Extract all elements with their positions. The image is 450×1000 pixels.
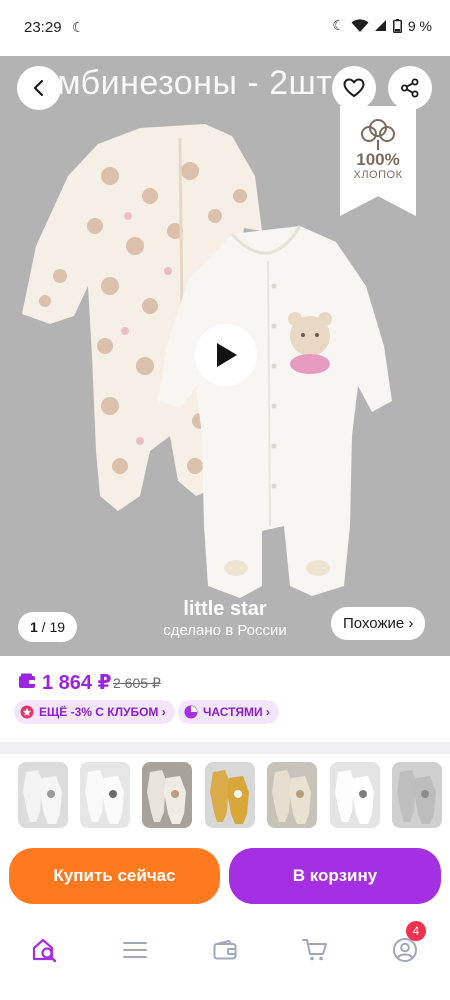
variant-thumbnail[interactable] (330, 762, 380, 828)
thumbnail-print (359, 790, 367, 798)
wifi-icon (351, 18, 369, 32)
thumbnail-image (147, 770, 186, 824)
thumbnail-print (109, 790, 117, 798)
back-button[interactable] (17, 66, 61, 110)
cart-icon (302, 939, 327, 961)
variant-thumbnail[interactable] (205, 762, 255, 828)
image-counter-current: 1 (30, 619, 38, 635)
favorite-button[interactable] (332, 66, 376, 110)
variant-thumbnail[interactable] (267, 762, 317, 828)
image-counter-separator: / (37, 619, 50, 635)
buy-now-label: Купить сейчас (53, 866, 176, 885)
add-to-cart-button[interactable]: В корзину (229, 848, 441, 904)
club-badge-icon (20, 705, 34, 719)
status-bar: 23:29 ☾ ☾ 9 % (0, 0, 450, 56)
thumbnail-garment (40, 776, 62, 824)
thumbnail-image (210, 770, 249, 824)
thumbnail-garment (102, 776, 124, 824)
price-current: 1 864 ₽ (42, 672, 112, 694)
thumbnail-print (421, 790, 429, 798)
share-icon (401, 78, 419, 98)
battery-level: 9 % (407, 17, 432, 34)
thumbnail-garment (85, 770, 104, 822)
do-not-disturb-icon: ☾ (72, 19, 85, 35)
product-gallery[interactable]: комбинезоны - 2шт 100% ХЛОПОК little sta… (0, 56, 450, 656)
thumbnail-garment (397, 770, 416, 822)
thumbnail-garment (414, 776, 436, 824)
home-search-icon (32, 938, 57, 963)
product-image-title: комбинезоны - 2шт (22, 64, 333, 102)
thumbnail-garment (227, 776, 249, 824)
wallet-nav-icon (213, 940, 237, 960)
thumbnail-garment (289, 776, 311, 824)
nav-wallet[interactable] (205, 930, 245, 970)
bottom-navigation: 4 (0, 920, 450, 1000)
cotton-icon (361, 119, 395, 150)
moon-icon: ☾ (332, 17, 345, 33)
signal-icon (374, 20, 386, 31)
similar-button[interactable]: Похожие › (331, 607, 426, 640)
play-icon (217, 343, 237, 367)
thumbnail-print (296, 790, 304, 798)
thumbnail-print (171, 790, 179, 798)
image-counter: 1 / 19 (18, 612, 78, 642)
cotton-percent: 100% (356, 150, 400, 169)
add-to-cart-label: В корзину (292, 866, 378, 885)
buy-now-button[interactable]: Купить сейчас (9, 848, 220, 904)
status-time: 23:29 (24, 19, 62, 36)
variant-thumbnail[interactable] (18, 762, 68, 828)
nav-cart[interactable] (295, 930, 335, 970)
status-icons: ☾ 9 % (332, 17, 432, 34)
cart-count-badge: 4 (406, 921, 426, 941)
thumbnail-image (397, 770, 436, 824)
thumbnail-image (85, 770, 124, 824)
variant-thumbnails (0, 762, 450, 832)
heart-icon (343, 78, 365, 97)
price-old: 2 605 ₽ (113, 675, 161, 691)
chevron-left-icon (33, 79, 44, 97)
variant-thumbnail[interactable] (80, 762, 130, 828)
thumbnail-garment (164, 776, 186, 824)
thumbnail-garment (335, 770, 354, 822)
thumbnail-print (234, 790, 242, 798)
thumbnail-garment (272, 770, 291, 822)
nav-catalog[interactable] (115, 930, 155, 970)
image-counter-total: 19 (49, 619, 66, 635)
purchase-bar: Купить сейчас В корзину (0, 840, 450, 920)
play-video-button[interactable] (195, 324, 257, 386)
installments-icon (184, 705, 198, 719)
variant-thumbnail[interactable] (392, 762, 442, 828)
section-divider (0, 742, 450, 754)
thumbnail-print (47, 790, 55, 798)
wallet-icon (19, 673, 35, 688)
nav-home[interactable] (25, 930, 65, 970)
similar-button-label: Похожие › (343, 615, 414, 632)
thumbnail-garment (352, 776, 374, 824)
price-section: 1 864 ₽ 2 605 ₽ ЕЩЁ -3% С КЛУБОМ › ЧАСТЯ… (0, 656, 450, 746)
share-button[interactable] (388, 66, 432, 110)
variant-thumbnail[interactable] (142, 762, 192, 828)
club-discount-label: ЕЩЁ -3% С КЛУБОМ › (39, 705, 166, 719)
battery-icon (392, 18, 402, 33)
installments-chip[interactable]: ЧАСТЯМИ › (178, 700, 279, 724)
thumbnail-garment (23, 770, 42, 822)
thumbnail-image (23, 770, 62, 824)
installments-label: ЧАСТЯМИ › (203, 705, 270, 719)
thumbnail-garment (210, 770, 229, 822)
thumbnail-image (335, 770, 374, 824)
thumbnail-garment (147, 770, 166, 822)
cotton-label: ХЛОПОК (353, 169, 403, 181)
thumbnail-image (272, 770, 311, 824)
menu-icon (123, 942, 147, 958)
club-discount-chip[interactable]: ЕЩЁ -3% С КЛУБОМ › (14, 700, 175, 724)
